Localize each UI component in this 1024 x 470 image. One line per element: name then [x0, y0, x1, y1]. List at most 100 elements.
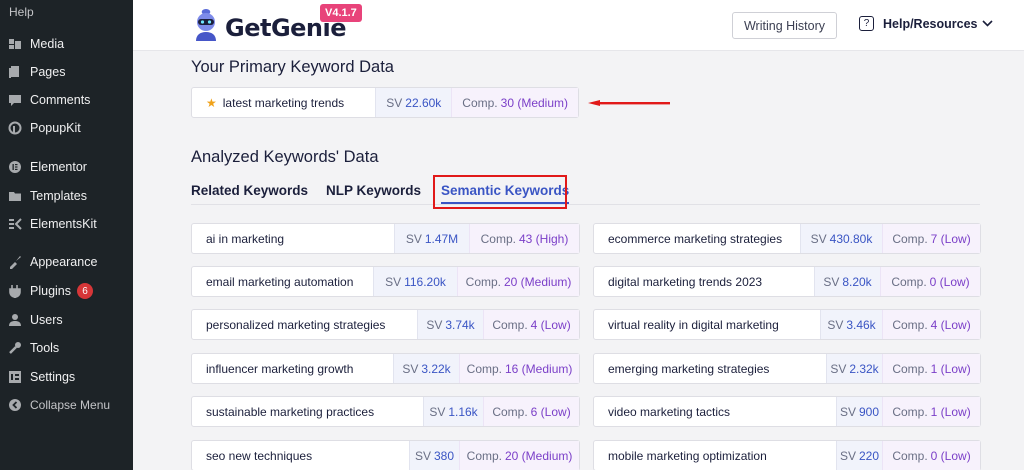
sidebar-item-label: Tools [30, 341, 60, 355]
sidebar-item-label: Help [9, 5, 34, 19]
keyword-text: digital marketing trends 2023 [608, 274, 763, 289]
keyword-text: mobile marketing optimization [608, 448, 767, 463]
sv-value: 3.46k [846, 317, 876, 332]
keyword-row: personalized marketing strategies SV 3.74k… [191, 309, 580, 340]
sv-label: SV [414, 448, 431, 463]
keyword-text: emerging marketing strategies [608, 361, 770, 376]
sidebar-item-users[interactable]: Users [0, 306, 133, 334]
comp-value: 4 (Low) [930, 317, 971, 332]
comp-value: 16 (Medium) [505, 361, 573, 376]
comp-label: Comp. [492, 317, 528, 332]
sidebar-item-appearance[interactable]: Appearance [0, 248, 133, 276]
competition: Comp. 20 (Medium) [459, 441, 579, 470]
sidebar-item-media[interactable]: Media [0, 30, 133, 58]
keyword-text: email marketing automation [206, 274, 354, 289]
search-volume: SV 1.16k [423, 397, 483, 426]
scrollbar[interactable] [1018, 51, 1024, 470]
sidebar-collapse-menu[interactable]: Collapse Menu [0, 391, 133, 419]
sv-label: SV [426, 317, 443, 332]
tab-related-keywords[interactable]: Related Keywords [191, 183, 308, 198]
analyzed-keywords-heading: Analyzed Keywords' Data [191, 148, 379, 166]
sidebar-item-pages[interactable]: Pages [0, 58, 133, 86]
sv-label: SV [823, 274, 840, 289]
tools-icon [8, 341, 22, 355]
sv-value: 380 [434, 448, 455, 463]
popupkit-icon [8, 121, 22, 135]
comp-value: 20 (Medium) [505, 448, 573, 463]
competition: Comp. 20 (Medium) [457, 267, 579, 296]
search-volume: SV 430.80k [800, 224, 882, 253]
sidebar-item-label: Media [30, 37, 65, 51]
search-volume: SV 2.32k [826, 354, 882, 383]
templates-icon [8, 189, 22, 203]
media-icon [8, 37, 22, 51]
help-resources-dropdown[interactable]: ? Help/Resources [859, 16, 994, 31]
competition: Comp. 43 (High) [469, 224, 579, 253]
competition: Comp. 16 (Medium) [459, 354, 579, 383]
sidebar-item-plugins[interactable]: Plugins 6 [0, 277, 133, 305]
keyword-text: personalized marketing strategies [206, 317, 386, 332]
sidebar-item-templates[interactable]: Templates [0, 182, 133, 210]
keyword-text: ecommerce marketing strategies [608, 231, 783, 246]
comp-value: 1 (Low) [930, 404, 971, 419]
users-icon [8, 313, 22, 327]
keyword-text: sustainable marketing practices [206, 404, 375, 419]
search-volume: SV 8.20k [814, 267, 880, 296]
keyword-row: seo new techniques SV 380 Comp. 20 (Medium) [191, 440, 580, 470]
comp-value: 20 (Medium) [504, 274, 572, 289]
search-volume: SV 1.47M [394, 224, 469, 253]
search-volume: SV 3.46k [820, 310, 882, 339]
primary-keyword-heading: Your Primary Keyword Data [191, 58, 394, 76]
sidebar-item-tools[interactable]: Tools [0, 334, 133, 362]
sidebar-item-comments[interactable]: Comments [0, 86, 133, 114]
sidebar-item-label: Comments [30, 93, 91, 107]
comp-value: 1 (Low) [930, 361, 971, 376]
sv-label: SV [827, 317, 844, 332]
appearance-icon [8, 255, 22, 269]
comments-icon [8, 93, 22, 107]
sidebar-item-label: Settings [30, 370, 76, 384]
comp-label: Comp. [462, 95, 498, 110]
search-volume: SV 380 [409, 441, 459, 470]
comp-value: 7 (Low) [930, 231, 971, 246]
sv-value: 2.32k [849, 361, 879, 376]
competition: Comp. 4 (Low) [882, 310, 980, 339]
sidebar-item-elementor[interactable]: Elementor [0, 153, 133, 181]
red-highlight-annotation [433, 175, 567, 209]
primary-keyword-name: ★ latest marketing trends [192, 88, 375, 117]
chevron-down-icon [982, 18, 994, 30]
tab-nlp-keywords[interactable]: NLP Keywords [326, 183, 421, 198]
sidebar-item-help[interactable]: Help [0, 0, 133, 24]
sv-value: 220 [859, 448, 880, 463]
sidebar-item-label: ElementsKit [30, 217, 97, 231]
comp-value: 0 (Low) [929, 274, 970, 289]
sv-value: 3.74k [445, 317, 475, 332]
keyword-text: virtual reality in digital marketing [608, 317, 779, 332]
sv-value: 22.60k [405, 95, 442, 110]
plugins-icon [8, 284, 22, 298]
primary-keyword-row: ★ latest marketing trends SV 22.60k Comp… [191, 87, 579, 118]
keyword-text: latest marketing trends [222, 95, 345, 110]
sidebar-item-label: Pages [30, 65, 66, 79]
comp-label: Comp. [466, 361, 502, 376]
keyword-text: video marketing tactics [608, 404, 731, 419]
comp-label: Comp. [892, 361, 928, 376]
competition: Comp. 0 (Low) [882, 441, 980, 470]
sv-label: SV [810, 231, 827, 246]
comp-value: 6 (Low) [530, 404, 571, 419]
keyword-row: emerging marketing strategies SV 2.32k Comp… [593, 353, 981, 384]
red-arrow-annotation [588, 100, 670, 106]
comp-value: 4 (Low) [530, 317, 571, 332]
keyword-tabs: Related Keywords NLP Keywords Semantic K… [191, 183, 980, 205]
sv-value: 8.20k [842, 274, 872, 289]
keyword-text: influencer marketing growth [206, 361, 354, 376]
sidebar-item-popupkit[interactable]: PopupKit [0, 114, 133, 142]
sidebar-item-settings[interactable]: Settings [0, 363, 133, 391]
writing-history-button[interactable]: Writing History [732, 12, 837, 39]
keyword-row: sustainable marketing practices SV 1.16k Co… [191, 396, 580, 427]
sidebar-item-elementskit[interactable]: ElementsKit [0, 210, 133, 238]
plugins-update-badge: 6 [77, 283, 93, 299]
sidebar-item-label: Plugins [30, 284, 71, 298]
competition: Comp. 4 (Low) [483, 310, 579, 339]
competition: Comp. 1 (Low) [882, 397, 980, 426]
